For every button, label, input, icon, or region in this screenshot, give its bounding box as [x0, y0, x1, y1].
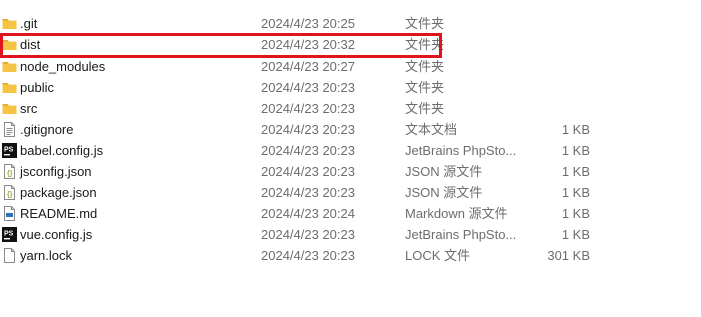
file-row[interactable]: .git 2024/4/23 20:25 文件夹	[0, 13, 600, 34]
file-type: JSON 源文件	[405, 164, 483, 179]
file-row[interactable]: README.md 2024/4/23 20:24 Markdown 源文件 1…	[0, 203, 600, 224]
file-row[interactable]: PS vue.config.js 2024/4/23 20:23 JetBrai…	[0, 224, 600, 245]
file-row[interactable]: {} jsconfig.json 2024/4/23 20:23 JSON 源文…	[0, 161, 600, 182]
file-row[interactable]: yarn.lock 2024/4/23 20:23 LOCK 文件 301 KB	[0, 245, 600, 266]
file-size	[520, 13, 590, 34]
file-date: 2024/4/23 20:27	[261, 59, 355, 74]
file-date: 2024/4/23 20:23	[261, 80, 355, 95]
file-name: dist	[20, 37, 41, 52]
file-name: .gitignore	[20, 122, 74, 137]
file-row[interactable]: node_modules 2024/4/23 20:27 文件夹	[0, 56, 600, 77]
file-date: 2024/4/23 20:23	[261, 185, 355, 200]
file-size: 1 KB	[561, 122, 590, 137]
file-type: Markdown 源文件	[405, 206, 508, 221]
folder-icon	[2, 37, 17, 52]
phpstorm-file-icon: PS	[2, 227, 17, 242]
file-type: 文件夹	[405, 101, 445, 116]
file-name: jsconfig.json	[20, 164, 92, 179]
file-size	[520, 98, 590, 119]
file-type: 文件夹	[405, 80, 445, 95]
file-date: 2024/4/23 20:23	[261, 101, 355, 116]
svg-text:PS: PS	[4, 147, 14, 154]
file-size: 1 KB	[561, 143, 590, 158]
file-name: package.json	[20, 185, 97, 200]
file-type: JetBrains PhpSto...	[405, 143, 517, 158]
file-row[interactable]: PS babel.config.js 2024/4/23 20:23 JetBr…	[0, 140, 600, 161]
svg-text:PS: PS	[4, 231, 14, 238]
file-date: 2024/4/23 20:24	[261, 206, 355, 221]
json-file-icon: {}	[2, 164, 17, 179]
markdown-file-icon	[2, 206, 17, 221]
file-date: 2024/4/23 20:23	[261, 248, 355, 263]
file-date: 2024/4/23 20:23	[261, 122, 355, 137]
file-size: 1 KB	[561, 227, 590, 242]
json-file-icon: {}	[2, 185, 17, 200]
phpstorm-file-icon: PS	[2, 143, 17, 158]
folder-icon	[2, 16, 17, 31]
file-size: 301 KB	[547, 248, 590, 263]
file-type: 文件夹	[405, 37, 445, 52]
file-name: .git	[20, 16, 38, 31]
file-size: 1 KB	[561, 164, 590, 179]
file-size: 1 KB	[561, 185, 590, 200]
file-type: 文件夹	[405, 59, 445, 74]
file-size	[520, 34, 590, 55]
file-date: 2024/4/23 20:32	[261, 37, 355, 52]
file-name: README.md	[20, 206, 98, 221]
folder-icon	[2, 80, 17, 95]
file-type: JetBrains PhpSto...	[405, 227, 517, 242]
text-file-icon	[2, 122, 17, 137]
file-size	[520, 56, 590, 77]
file-name: public	[20, 80, 54, 95]
file-size: 1 KB	[561, 206, 590, 221]
folder-icon	[2, 101, 17, 116]
file-name: yarn.lock	[20, 248, 73, 263]
file-size	[520, 77, 590, 98]
blank-file-icon	[2, 248, 17, 263]
svg-text:{}: {}	[7, 171, 13, 178]
file-name: src	[20, 101, 38, 116]
file-row[interactable]: public 2024/4/23 20:23 文件夹	[0, 77, 600, 98]
file-type: JSON 源文件	[405, 185, 483, 200]
file-date: 2024/4/23 20:23	[261, 227, 355, 242]
svg-text:{}: {}	[7, 192, 13, 199]
file-name: node_modules	[20, 59, 106, 74]
file-type: 文本文档	[405, 122, 458, 137]
file-type: 文件夹	[405, 16, 445, 31]
file-row[interactable]: src 2024/4/23 20:23 文件夹	[0, 98, 600, 119]
file-row[interactable]: .gitignore 2024/4/23 20:23 文本文档 1 KB	[0, 119, 600, 140]
file-row[interactable]: {} package.json 2024/4/23 20:23 JSON 源文件…	[0, 182, 600, 203]
file-date: 2024/4/23 20:23	[261, 143, 355, 158]
folder-icon	[2, 59, 17, 74]
file-name: vue.config.js	[20, 227, 93, 242]
file-type: LOCK 文件	[405, 248, 471, 263]
file-date: 2024/4/23 20:25	[261, 16, 355, 31]
file-row[interactable]: dist 2024/4/23 20:32 文件夹	[0, 34, 600, 55]
file-name: babel.config.js	[20, 143, 104, 158]
file-date: 2024/4/23 20:23	[261, 164, 355, 179]
